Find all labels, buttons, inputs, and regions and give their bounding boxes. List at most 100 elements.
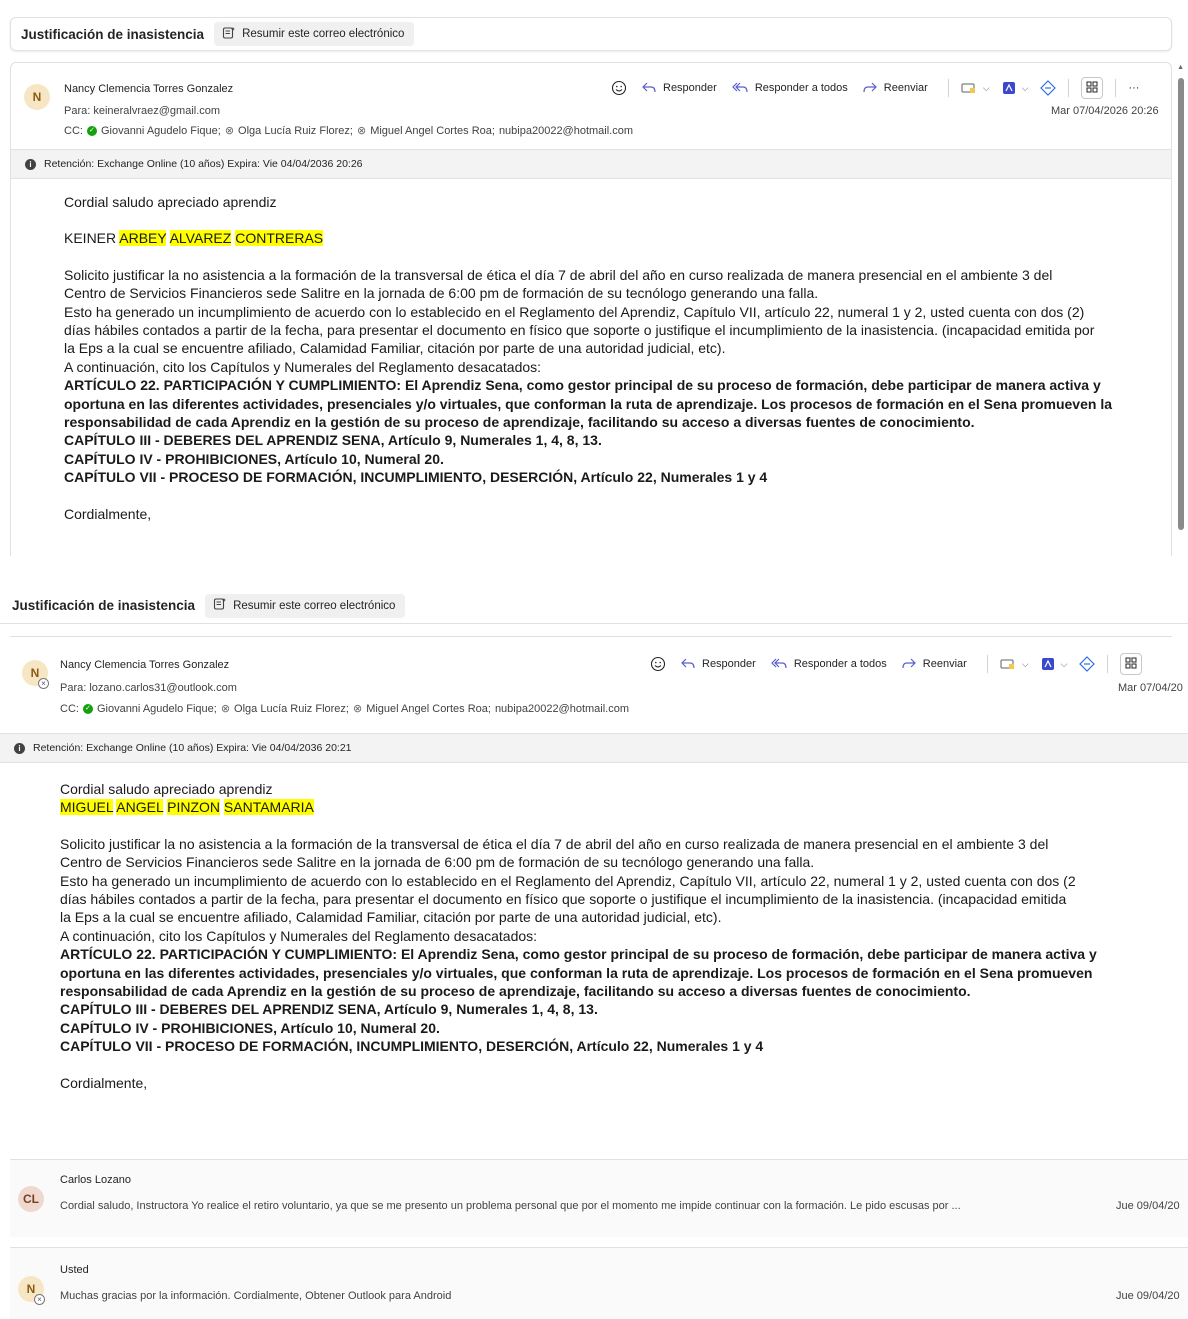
toolbar-divider bbox=[986, 655, 988, 673]
summarize-button[interactable]: Resumir este correo electrónico bbox=[205, 593, 406, 618]
body-line: A continuación, cito los Capítulos y Num… bbox=[64, 358, 542, 375]
body-bold-line: CAPÍTULO IV - PROHIBICIONES, Artículo 10… bbox=[64, 450, 444, 467]
body-line: Solicito justificar la no asistencia a l… bbox=[64, 266, 1053, 283]
flag-button[interactable] bbox=[961, 81, 977, 95]
summarize-icon bbox=[222, 26, 236, 43]
pdf-button[interactable] bbox=[1041, 657, 1055, 671]
chevron-down-icon[interactable]: ⌵ bbox=[983, 83, 990, 94]
cc-recipient[interactable]: Miguel Angel Cortes Roa; bbox=[370, 125, 495, 137]
body-bold-line: responsabilidad de cada Aprendiz en la g… bbox=[64, 414, 975, 431]
cc-recipient[interactable]: nubipa20022@hotmail.com bbox=[499, 125, 633, 137]
offline-icon: ⊗ bbox=[352, 703, 363, 715]
greeting: Cordial saludo apreciado aprendiz bbox=[60, 781, 273, 797]
flag-icon bbox=[961, 81, 977, 95]
apps-icon bbox=[1086, 81, 1098, 96]
cc-recipient[interactable]: Miguel Angel Cortes Roa; bbox=[366, 703, 491, 715]
message-card: N × Nancy Clemencia Torres Gonzalez Para… bbox=[0, 636, 1188, 1148]
cc-recipient[interactable]: Olga Lucía Ruiz Florez; bbox=[234, 703, 349, 715]
cc-recipients: CC: ✓ Giovanni Agudelo Fique; ⊗ Olga Luc… bbox=[64, 124, 633, 138]
smile-icon bbox=[650, 656, 666, 672]
name-part-highlight: ANGEL bbox=[116, 799, 164, 816]
reply-preview: Muchas gracias por la información. Cordi… bbox=[60, 1290, 452, 1302]
body-line: Solicito justificar la no asistencia a l… bbox=[60, 835, 1049, 852]
cc-recipient[interactable]: nubipa20022@hotmail.com bbox=[495, 703, 629, 715]
check-icon: ✓ bbox=[82, 703, 93, 714]
name-part-highlight: ARBEY bbox=[119, 230, 167, 247]
body-bold-line: CAPÍTULO IV - PROHIBICIONES, Artículo 10… bbox=[60, 1019, 440, 1036]
loop-icon bbox=[1040, 80, 1057, 96]
toolbar-divider bbox=[1107, 655, 1109, 673]
chevron-down-icon[interactable]: ⌵ bbox=[1022, 659, 1029, 670]
reply-icon bbox=[680, 657, 696, 671]
loop-button[interactable] bbox=[1079, 656, 1096, 672]
cc-recipients: CC: ✓ Giovanni Agudelo Fique; ⊗ Olga Luc… bbox=[60, 702, 629, 716]
reply-all-label: Responder a todos bbox=[793, 658, 887, 670]
cc-recipient[interactable]: Giovanni Agudelo Fique; bbox=[97, 703, 217, 715]
forward-button[interactable]: Reenviar bbox=[901, 657, 967, 671]
chevron-down-icon[interactable]: ⌵ bbox=[1061, 659, 1068, 670]
name-part-highlight: CONTRERAS bbox=[235, 230, 324, 247]
student-name: KEINER ARBEY ALVAREZ CONTRERAS bbox=[64, 229, 1112, 247]
summarize-label: Resumir este correo electrónico bbox=[233, 599, 396, 612]
more-options-button[interactable]: ··· bbox=[1128, 82, 1139, 94]
to-recipients[interactable]: Para: keineralvraez@gmail.com bbox=[64, 105, 220, 117]
body-line: días hábiles contados a partir de la fec… bbox=[60, 891, 1067, 908]
loop-button[interactable] bbox=[1040, 80, 1057, 96]
name-part: KEINER bbox=[64, 230, 117, 247]
cc-label: CC: bbox=[60, 702, 79, 715]
apps-button[interactable] bbox=[1120, 653, 1143, 675]
cc-recipient[interactable]: Olga Lucía Ruiz Florez; bbox=[238, 125, 353, 137]
thread-item-usted[interactable]: N × Usted Muchas gracias por la informac… bbox=[10, 1247, 1188, 1319]
name-part-highlight: SANTAMARIA bbox=[223, 799, 314, 816]
apps-icon bbox=[1125, 657, 1137, 672]
body-bold-line: ARTÍCULO 22. PARTICIPACIÓN Y CUMPLIMIENT… bbox=[60, 946, 1097, 963]
thread-item-carlos-lozano[interactable]: CL Carlos Lozano Cordial saludo, Instruc… bbox=[10, 1159, 1188, 1237]
chevron-down-icon[interactable]: ⌵ bbox=[1022, 83, 1029, 94]
email-panel-2: Justificación de inasistencia Resumir es… bbox=[0, 578, 1188, 1319]
toolbar-divider bbox=[1115, 79, 1117, 97]
scroll-up-icon[interactable]: ▲ bbox=[1177, 64, 1184, 71]
forward-icon bbox=[862, 81, 878, 95]
reply-all-button[interactable]: Responder a todos bbox=[731, 81, 848, 95]
forward-button[interactable]: Reenviar bbox=[862, 81, 928, 95]
offline-icon: ⊗ bbox=[356, 125, 367, 137]
action-toolbar: Responder Responder a todos Reenviar ⌵ ⌵ bbox=[650, 653, 1143, 675]
toolbar-divider bbox=[1068, 79, 1070, 97]
reply-button[interactable]: Responder bbox=[641, 81, 717, 95]
reply-button[interactable]: Responder bbox=[680, 657, 756, 671]
subject-bar: Justificación de inasistencia Resumir es… bbox=[0, 588, 1188, 624]
avatar[interactable]: CL bbox=[18, 1186, 44, 1212]
closing: Cordialmente, bbox=[64, 505, 152, 522]
loop-icon bbox=[1079, 656, 1096, 672]
retention-bar: i Retención: Exchange Online (10 años) E… bbox=[0, 733, 1188, 763]
cc-recipient[interactable]: Giovanni Agudelo Fique; bbox=[101, 125, 221, 137]
reply-all-button[interactable]: Responder a todos bbox=[770, 657, 887, 671]
to-recipients[interactable]: Para: lozano.carlos31@outlook.com bbox=[60, 682, 237, 694]
scrollbar[interactable] bbox=[1178, 78, 1184, 530]
emoji-button[interactable] bbox=[650, 656, 666, 672]
info-icon: i bbox=[14, 742, 25, 754]
subject-bar: Justificación de inasistencia Resumir es… bbox=[10, 17, 1172, 51]
greeting: Cordial saludo apreciado aprendiz bbox=[64, 194, 277, 210]
emoji-button[interactable] bbox=[611, 80, 627, 96]
forward-label: Reenviar bbox=[883, 82, 928, 94]
apps-button[interactable] bbox=[1081, 77, 1104, 99]
name-part-highlight: PINZON bbox=[167, 799, 221, 816]
offline-icon: ⊗ bbox=[220, 703, 231, 715]
flag-button[interactable] bbox=[1000, 657, 1016, 671]
summarize-button[interactable]: Resumir este correo electrónico bbox=[214, 22, 415, 46]
reply-label: Responder bbox=[663, 82, 717, 94]
name-part-highlight: MIGUEL bbox=[60, 799, 114, 816]
pdf-button[interactable] bbox=[1002, 81, 1016, 95]
sender-name[interactable]: Nancy Clemencia Torres Gonzalez bbox=[64, 83, 233, 95]
retention-text: Retención: Exchange Online (10 años) Exp… bbox=[44, 158, 363, 170]
body-bold-line: responsabilidad de cada Aprendiz en la g… bbox=[60, 983, 971, 1000]
message-card: N Nancy Clemencia Torres Gonzalez Para: … bbox=[10, 62, 1172, 556]
avatar[interactable]: N bbox=[24, 84, 50, 110]
reply-icon bbox=[641, 81, 657, 95]
sender-name[interactable]: Nancy Clemencia Torres Gonzalez bbox=[60, 659, 229, 671]
reply-all-icon bbox=[770, 657, 788, 671]
body-line: Esto ha generado un incumplimiento de ac… bbox=[60, 872, 1076, 889]
summarize-label: Resumir este correo electrónico bbox=[242, 28, 405, 40]
forward-label: Reenviar bbox=[922, 658, 967, 670]
